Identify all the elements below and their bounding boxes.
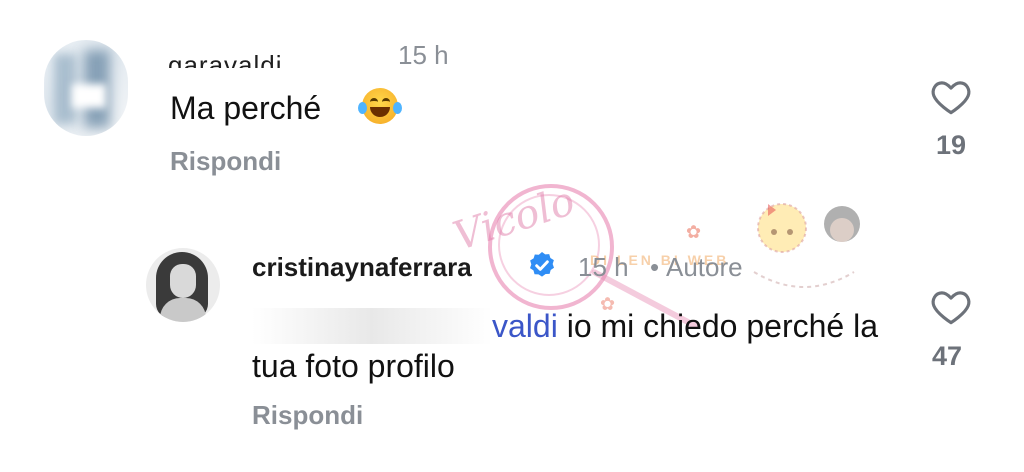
- avatar-blur: [72, 84, 106, 108]
- verified-badge-icon: [526, 250, 558, 282]
- reply-button[interactable]: Rispondi: [170, 146, 281, 177]
- reply-button[interactable]: Rispondi: [252, 400, 363, 431]
- avatar[interactable]: [146, 248, 220, 322]
- comment-timestamp: 15 h: [578, 252, 629, 282]
- comment-timestamp: 15 h: [398, 40, 449, 70]
- author-tag: Autore: [666, 252, 743, 282]
- face-with-tears-of-joy-icon: [358, 88, 402, 124]
- comment-text: xxxxxxxxxxxxxxxvaldi io mi chiedo perché…: [252, 306, 912, 386]
- comment-text: Ma perché: [170, 90, 322, 126]
- like-count: 19: [936, 130, 967, 160]
- watermark-stamp-icon: [488, 184, 614, 310]
- comment-username[interactable]: garavaldi: [168, 38, 283, 68]
- watermark-doodle-icon: [744, 182, 864, 312]
- separator-dot: •: [650, 252, 660, 282]
- like-heart-icon[interactable]: [930, 286, 972, 326]
- like-count: 47: [932, 341, 963, 371]
- redacted-mention: xxxxxxxxxxxxxxx: [252, 308, 492, 344]
- comment-username[interactable]: cristinaynaferrara: [252, 252, 472, 283]
- like-heart-icon[interactable]: [930, 76, 972, 116]
- mention-link[interactable]: valdi: [492, 308, 558, 344]
- paw-icon: ✿: [686, 222, 702, 242]
- avatar[interactable]: [44, 40, 128, 136]
